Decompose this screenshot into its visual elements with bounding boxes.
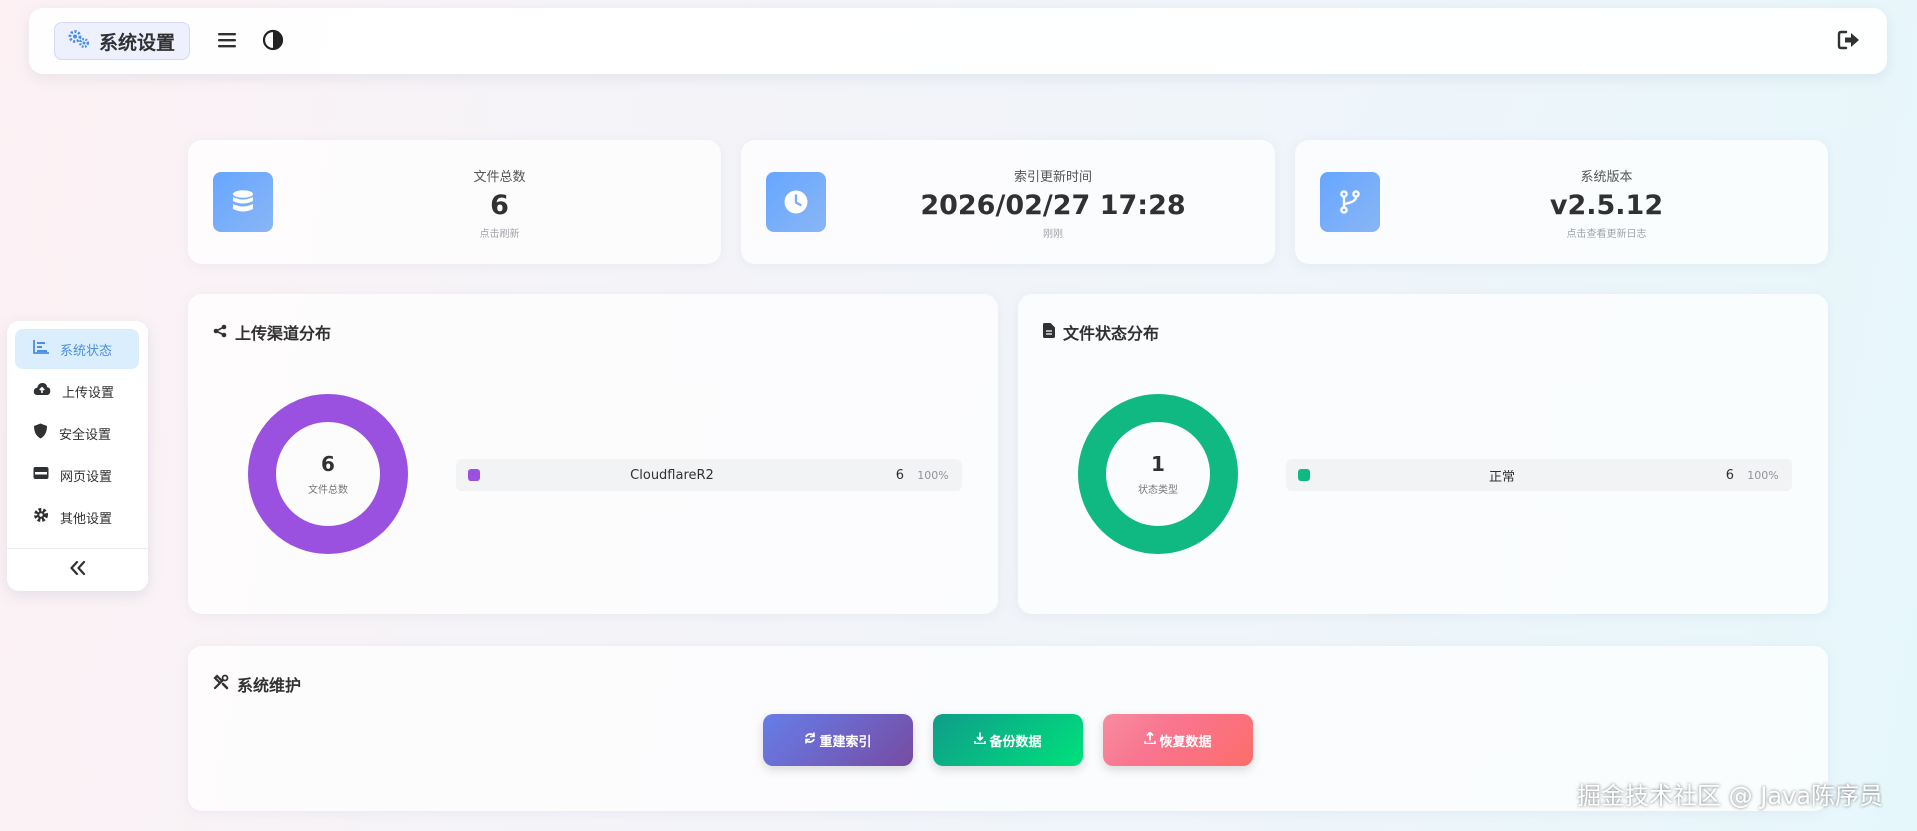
gears-icon [67, 29, 91, 53]
stat-label: 文件总数 [473, 170, 526, 185]
restore-data-button[interactable]: 恢复数据 [1103, 714, 1253, 766]
upload-channel-panel: 上传渠道分布 6 文件总数 CloudflareR2 6 100% [188, 294, 998, 614]
donut-center-value: 6 [321, 452, 335, 476]
donut-center-value: 1 [1151, 452, 1165, 476]
sidebar-item-system-status[interactable]: 系统状态 [15, 329, 139, 369]
sidebar-item-web-settings[interactable]: 网页设置 [15, 455, 139, 495]
sidebar-item-label: 上传设置 [62, 385, 115, 401]
button-label: 重建索引 [819, 734, 872, 750]
cloud-upload-icon [33, 382, 51, 400]
stat-label: 索引更新时间 [1013, 170, 1092, 185]
download-icon [974, 732, 987, 748]
panel-title: 上传渠道分布 [213, 320, 331, 344]
legend-count: 6 [1725, 467, 1734, 483]
sidebar: 系统状态 上传设置 安全设置 网页设置 其他设置 [7, 321, 148, 591]
stat-label: 系统版本 [1580, 170, 1633, 185]
chart-bar-icon [33, 340, 49, 358]
sidebar-item-upload-settings[interactable]: 上传设置 [15, 371, 139, 411]
legend-count: 6 [895, 467, 904, 483]
window-icon [33, 466, 49, 484]
file-icon [1043, 322, 1055, 342]
logout-button[interactable] [1837, 30, 1861, 54]
sidebar-collapse-button[interactable] [7, 555, 148, 583]
donut-center: 1 状态类型 [1078, 394, 1238, 554]
legend-swatch [468, 469, 480, 481]
stat-value: 6 [490, 190, 509, 221]
sidebar-divider [7, 548, 148, 549]
stat-hint: 点击查看更新日志 [1566, 229, 1647, 240]
database-icon [213, 172, 273, 232]
sidebar-item-other-settings[interactable]: 其他设置 [15, 497, 139, 537]
panel-title-text: 上传渠道分布 [235, 324, 332, 343]
theme-toggle-button[interactable] [261, 29, 285, 55]
file-status-panel: 文件状态分布 1 状态类型 正常 6 100% [1018, 294, 1828, 614]
sidebar-item-label: 系统状态 [60, 343, 113, 359]
legend-percent: 100% [917, 468, 949, 482]
panel-title: 文件状态分布 [1043, 320, 1159, 344]
legend-percent: 100% [1747, 468, 1779, 482]
stat-hint: 刚刚 [1043, 229, 1063, 240]
donut-center-label: 状态类型 [1138, 485, 1178, 496]
share-icon [213, 323, 227, 342]
brand[interactable]: 系统设置 [54, 22, 191, 60]
menu-toggle-button[interactable] [215, 30, 239, 54]
backup-data-button[interactable]: 备份数据 [933, 714, 1083, 766]
stat-value: v2.5.12 [1549, 190, 1664, 221]
double-chevron-left-icon [69, 560, 86, 579]
stat-card-index-time[interactable]: 索引更新时间 2026/02/27 17:28 刚刚 [741, 140, 1275, 264]
button-label: 备份数据 [989, 734, 1042, 750]
panel-title-text: 系统维护 [237, 676, 302, 695]
legend-name: 正常 [1488, 469, 1515, 485]
tools-icon [213, 674, 229, 694]
sidebar-item-label: 其他设置 [60, 511, 113, 527]
panel-title: 系统维护 [213, 672, 301, 696]
stat-value: 2026/02/27 17:28 [920, 190, 1186, 221]
stat-hint: 点击刷新 [479, 229, 520, 240]
legend-item[interactable]: CloudflareR2 6 100% [456, 459, 962, 491]
legend-name: CloudflareR2 [630, 467, 714, 483]
git-branch-icon [1320, 172, 1380, 232]
legend-swatch [1298, 469, 1310, 481]
top-bar: 系统设置 [29, 8, 1887, 74]
shield-icon [33, 423, 48, 443]
sidebar-item-security-settings[interactable]: 安全设置 [15, 413, 139, 453]
gear-icon [33, 507, 49, 527]
sync-icon [804, 732, 816, 748]
sidebar-item-label: 安全设置 [59, 427, 112, 443]
sidebar-item-label: 网页设置 [60, 469, 113, 485]
menu-icon [217, 31, 237, 53]
page-title: 系统设置 [99, 31, 176, 54]
upload-icon [1144, 731, 1157, 748]
watermark: 掘金技术社区 @ Java陈序员 [1577, 782, 1883, 810]
contrast-icon [262, 29, 284, 55]
donut-center: 6 文件总数 [248, 394, 408, 554]
stat-card-version[interactable]: 系统版本 v2.5.12 点击查看更新日志 [1295, 140, 1828, 264]
clock-icon [766, 172, 826, 232]
legend-item[interactable]: 正常 6 100% [1286, 459, 1792, 491]
logout-icon [1837, 29, 1861, 55]
rebuild-index-button[interactable]: 重建索引 [763, 714, 913, 766]
panel-title-text: 文件状态分布 [1063, 324, 1160, 343]
stat-card-file-count[interactable]: 文件总数 6 点击刷新 [188, 140, 721, 264]
donut-center-label: 文件总数 [308, 485, 348, 496]
button-label: 恢复数据 [1159, 734, 1212, 750]
